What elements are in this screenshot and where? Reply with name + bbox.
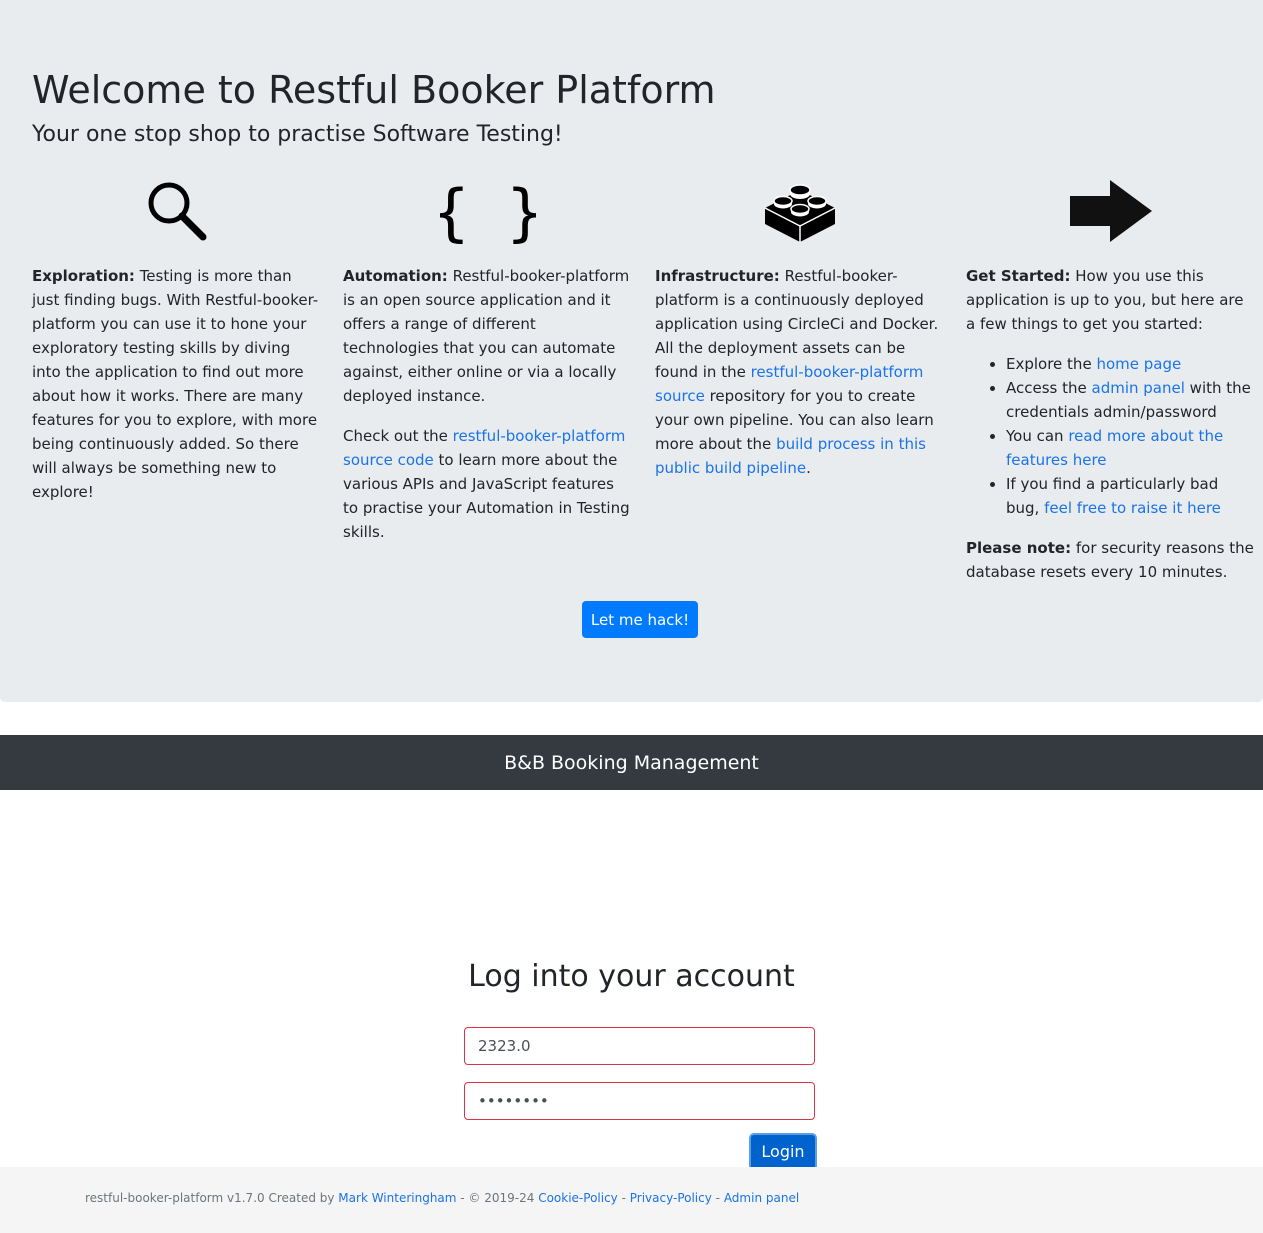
svg-text:{{ }}: {{ }}	[440, 178, 536, 244]
cookie-policy-link[interactable]: Cookie-Policy	[538, 1191, 618, 1205]
feature-automation: {{ }} Automation: Restful-booker-platfor…	[343, 178, 633, 560]
infrastructure-text: Infrastructure: Restful-booker-platform …	[655, 264, 945, 480]
exploration-body: Testing is more than just finding bugs. …	[32, 267, 319, 501]
footer: restful-booker-platform v1.7.0 Created b…	[0, 1167, 1263, 1233]
feature-get-started: Get Started: How you use this applicatio…	[966, 178, 1256, 600]
navbar-brand[interactable]: B&B Booking Management	[504, 752, 759, 774]
list-item-text: Explore the	[1006, 355, 1097, 373]
raise-bug-link[interactable]: feel free to raise it here	[1044, 499, 1221, 517]
list-item: Explore the home page	[1006, 352, 1256, 376]
author-link[interactable]: Mark Winteringham	[338, 1191, 456, 1205]
let-me-hack-button[interactable]: Let me hack!	[582, 601, 698, 638]
get-started-text: Get Started: How you use this applicatio…	[966, 264, 1256, 336]
feature-exploration: Exploration: Testing is more than just f…	[32, 178, 322, 520]
footer-copyright: - © 2019-24	[456, 1191, 539, 1205]
automation-p2-before: Check out the	[343, 427, 453, 445]
home-page-link[interactable]: home page	[1096, 355, 1181, 373]
page-title: Welcome to Restful Booker Platform	[32, 68, 716, 112]
get-started-list: Explore the home page Access the admin p…	[966, 352, 1256, 520]
footer-separator: -	[617, 1191, 630, 1205]
list-item: You can read more about the features her…	[1006, 424, 1256, 472]
list-item-text: Access the	[1006, 379, 1092, 397]
automation-text-2: Check out the restful-booker-platform so…	[343, 424, 633, 544]
password-field[interactable]	[464, 1082, 815, 1120]
note-heading: Please note:	[966, 539, 1072, 557]
footer-prefix: restful-booker-platform v1.7.0 Created b…	[85, 1191, 339, 1205]
exploration-text: Exploration: Testing is more than just f…	[32, 264, 322, 504]
feature-infrastructure: Infrastructure: Restful-booker-platform …	[655, 178, 945, 496]
list-item-text: You can	[1006, 427, 1069, 445]
automation-text: Automation: Restful-booker-platform is a…	[343, 264, 633, 408]
welcome-banner: Welcome to Restful Booker Platform Your …	[0, 0, 1263, 702]
arrow-right-icon	[966, 178, 1256, 244]
footer-text: restful-booker-platform v1.7.0 Created b…	[85, 1190, 799, 1206]
security-note: Please note: for security reasons the da…	[966, 536, 1256, 584]
lego-brick-icon	[655, 178, 945, 244]
admin-panel-link[interactable]: admin panel	[1092, 379, 1185, 397]
infrastructure-body-3: .	[806, 459, 811, 477]
list-item: Access the admin panel with the credenti…	[1006, 376, 1256, 424]
infrastructure-heading: Infrastructure:	[655, 267, 780, 285]
curly-braces-icon: {{ }}	[343, 178, 633, 244]
privacy-policy-link[interactable]: Privacy-Policy	[630, 1191, 712, 1205]
get-started-heading: Get Started:	[966, 267, 1071, 285]
automation-heading: Automation:	[343, 267, 448, 285]
login-title: Log into your account	[468, 959, 795, 994]
automation-body: Restful-booker-platform is an open sourc…	[343, 267, 630, 405]
navbar: B&B Booking Management	[0, 735, 1263, 790]
username-field[interactable]	[464, 1027, 815, 1065]
admin-panel-footer-link[interactable]: Admin panel	[724, 1191, 799, 1205]
exploration-heading: Exploration:	[32, 267, 135, 285]
list-item: If you find a particularly bad bug, feel…	[1006, 472, 1256, 520]
magnifier-icon	[32, 178, 322, 244]
footer-separator: -	[711, 1191, 724, 1205]
page-subtitle: Your one stop shop to practise Software …	[32, 122, 563, 147]
